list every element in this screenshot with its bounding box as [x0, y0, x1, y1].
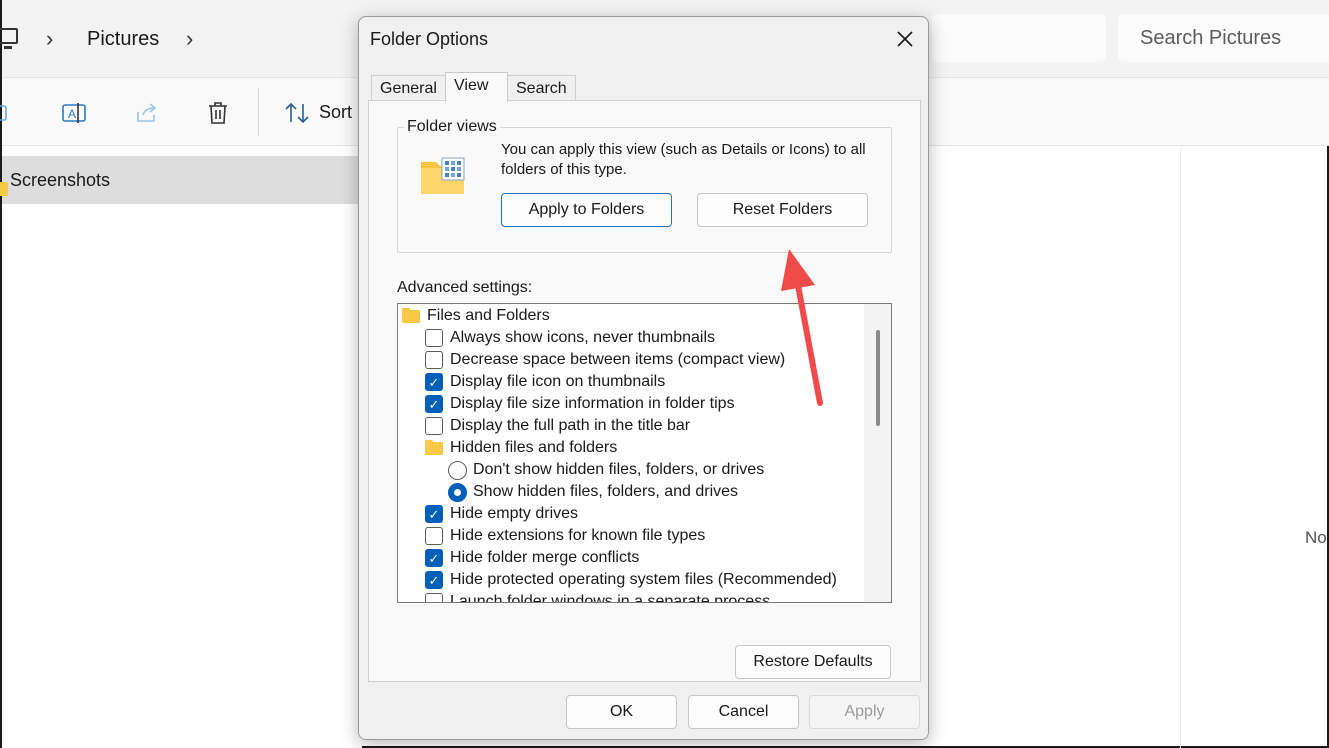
- restore-defaults-button[interactable]: Restore Defaults: [735, 645, 891, 679]
- checkbox-unchecked[interactable]: [425, 417, 443, 435]
- chevron-right-icon[interactable]: ›: [46, 26, 53, 52]
- checkbox-checked-icon[interactable]: ✓: [425, 571, 443, 589]
- tree-folder-hidden-files: Hidden files and folders: [425, 437, 617, 459]
- close-icon: [897, 31, 913, 47]
- checkbox-unchecked[interactable]: [425, 351, 443, 369]
- search-field[interactable]: Search Pictures: [1118, 14, 1329, 62]
- setting-label: Display the full path in the title bar: [450, 417, 691, 434]
- sort-button-label[interactable]: Sort: [319, 102, 352, 123]
- close-button[interactable]: [887, 23, 923, 55]
- setting-label: Files and Folders: [427, 307, 550, 324]
- folder-icon: [402, 307, 420, 323]
- dialog-title: Folder Options: [370, 29, 489, 49]
- radio-selected[interactable]: [448, 482, 467, 502]
- dialog-footer: OK Cancel Apply: [359, 685, 928, 739]
- navigation-pane: Screenshots: [0, 146, 362, 748]
- setting-label: Hide folder merge conflicts: [450, 549, 640, 566]
- advanced-settings-label: Advanced settings:: [397, 279, 533, 296]
- tab-general[interactable]: General: [371, 75, 446, 101]
- breadcrumb-pictures[interactable]: Pictures: [87, 28, 159, 51]
- paste-icon[interactable]: [0, 100, 18, 124]
- tab-search[interactable]: Search: [507, 75, 576, 101]
- details-pane-divider: [1180, 146, 1181, 748]
- tree-folder-files-and-folders: Files and Folders: [402, 305, 550, 327]
- delete-icon[interactable]: [206, 100, 230, 124]
- setting-file-icon-thumbnails[interactable]: ✓ Display file icon on thumbnails: [425, 371, 665, 393]
- setting-file-size-tips[interactable]: ✓ Display file size information in folde…: [425, 393, 735, 415]
- sort-icon[interactable]: [284, 100, 309, 124]
- setting-label: Hide protected operating system files (R…: [450, 571, 837, 588]
- share-icon[interactable]: [134, 100, 158, 124]
- folder-views-legend: Folder views: [404, 118, 500, 136]
- ok-button[interactable]: OK: [566, 695, 677, 729]
- folder-icon: [425, 439, 443, 455]
- apply-to-folders-button[interactable]: Apply to Folders: [501, 193, 672, 227]
- nav-item-label: Screenshots: [10, 170, 111, 190]
- cancel-button[interactable]: Cancel: [688, 695, 799, 729]
- search-placeholder: Search Pictures: [1140, 27, 1282, 49]
- this-pc-icon[interactable]: [0, 28, 18, 49]
- setting-label: Don't show hidden files, folders, or dri…: [473, 461, 765, 478]
- setting-label: Show hidden files, folders, and drives: [473, 483, 739, 500]
- folder-views-icon: [421, 157, 465, 194]
- view-tab-panel: Folder views You can apply this view (su…: [368, 100, 921, 682]
- setting-hide-merge-conflicts[interactable]: ✓ Hide folder merge conflicts: [425, 547, 639, 569]
- setting-label: Hide empty drives: [450, 505, 579, 522]
- setting-label: Decrease space between items (compact vi…: [450, 351, 786, 368]
- setting-full-path-title[interactable]: Display the full path in the title bar: [425, 415, 690, 437]
- address-field[interactable]: [932, 14, 1106, 62]
- setting-label: Display file size information in folder …: [450, 395, 735, 412]
- folder-options-dialog: Folder Options General View Search Folde…: [358, 16, 929, 740]
- setting-hide-empty-drives[interactable]: ✓ Hide empty drives: [425, 503, 578, 525]
- checkbox-unchecked[interactable]: [425, 527, 443, 545]
- setting-compact-view[interactable]: Decrease space between items (compact vi…: [425, 349, 785, 371]
- checkbox-checked-icon[interactable]: ✓: [425, 395, 443, 413]
- folder-views-group: Folder views You can apply this view (su…: [397, 118, 892, 253]
- folder-icon: [0, 182, 8, 196]
- checkbox-checked-icon[interactable]: ✓: [425, 373, 443, 391]
- setting-always-show-icons[interactable]: Always show icons, never thumbnails: [425, 327, 715, 349]
- svg-text:A: A: [68, 107, 76, 121]
- advanced-settings-list[interactable]: Files and Folders Always show icons, nev…: [397, 303, 892, 603]
- setting-label: Always show icons, never thumbnails: [450, 329, 716, 346]
- apply-button[interactable]: Apply: [809, 695, 920, 729]
- checkbox-unchecked[interactable]: [425, 593, 443, 602]
- scrollbar-thumb[interactable]: [876, 330, 880, 426]
- list-scrollbar[interactable]: [864, 304, 891, 602]
- toolbar-separator: [258, 88, 259, 136]
- details-pane-text: No: [1305, 528, 1327, 547]
- chevron-right-icon[interactable]: ›: [186, 26, 193, 52]
- setting-label: Hide extensions for known file types: [450, 527, 706, 544]
- folder-views-description: You can apply this view (such as Details…: [501, 141, 866, 178]
- checkbox-checked-icon[interactable]: ✓: [425, 549, 443, 567]
- setting-show-hidden[interactable]: Show hidden files, folders, and drives: [448, 481, 738, 503]
- tab-view[interactable]: View: [445, 72, 508, 102]
- setting-dont-show-hidden[interactable]: Don't show hidden files, folders, or dri…: [448, 459, 764, 481]
- setting-label: Hidden files and folders: [450, 439, 618, 456]
- checkbox-checked-icon[interactable]: ✓: [425, 505, 443, 523]
- setting-hide-extensions[interactable]: Hide extensions for known file types: [425, 525, 705, 547]
- rename-icon[interactable]: A: [61, 100, 86, 124]
- checkbox-unchecked[interactable]: [425, 329, 443, 347]
- radio-unselected[interactable]: [448, 460, 467, 480]
- setting-hide-protected-files[interactable]: ✓ Hide protected operating system files …: [425, 569, 837, 591]
- setting-separate-process[interactable]: Launch folder windows in a separate proc…: [425, 591, 771, 603]
- setting-label: Display file icon on thumbnails: [450, 373, 666, 390]
- reset-folders-button[interactable]: Reset Folders: [697, 193, 868, 227]
- setting-label: Launch folder windows in a separate proc…: [450, 593, 771, 603]
